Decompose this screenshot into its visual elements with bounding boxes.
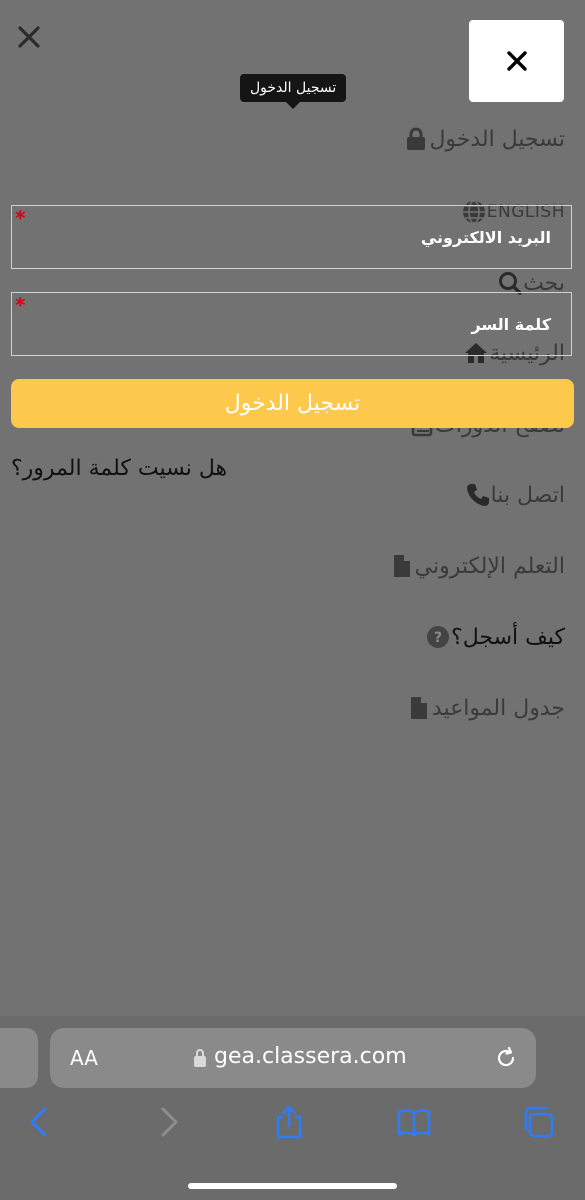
tabs-icon[interactable] [520,1104,556,1140]
svg-text:?: ? [434,630,442,646]
menu-item-elearning[interactable]: التعلم الإلكتروني [377,553,565,579]
password-label: كلمة السر [471,315,551,334]
reload-icon[interactable] [494,1046,518,1070]
url-text: gea.classera.com [214,1044,407,1069]
phone-icon [466,484,489,506]
lock-icon [194,1049,206,1067]
menu-item-label: التعلم الإلكتروني [414,553,565,579]
required-mark: * [15,293,26,317]
forgot-password-link[interactable]: هل نسيت كلمة المرور؟ [11,456,227,481]
text-size-label: AA [70,1046,98,1070]
menu-item-label: تسجيل الدخول [429,126,565,152]
email-field[interactable]: * البريد الالكتروني [11,205,572,269]
share-icon[interactable] [271,1104,307,1140]
text-size-button[interactable]: AA [70,1046,98,1070]
address-bar[interactable]: AA gea.classera.com [50,1028,536,1088]
file-icon [410,697,427,719]
question-circle-icon: ? [427,626,450,648]
file-icon [393,555,410,577]
menu-item-label: جدول المواعيد [431,695,565,721]
modal-close-button[interactable] [469,20,564,102]
close-icon [506,51,527,71]
forward-icon[interactable] [150,1104,186,1140]
menu-item-contact[interactable]: اتصل بنا [453,482,565,508]
bookmarks-icon[interactable] [396,1104,432,1140]
menu-item-login[interactable]: تسجيل الدخول [391,126,565,152]
email-label: البريد الالكتروني [420,228,551,247]
login-modal-screen: ك تسجيل الدخول ENGLISH بحث الرئيسية [0,0,585,1200]
menu-item-how-to-register[interactable]: ? كيف أسجل؟ [413,624,565,650]
back-icon[interactable] [22,1104,58,1140]
password-field[interactable]: * كلمة السر [11,292,572,356]
menu-item-label: اتصل بنا [490,482,565,508]
home-indicator [188,1183,397,1189]
menu-item-schedule[interactable]: جدول المواعيد [394,695,565,721]
previous-tab-preview[interactable] [0,1028,38,1088]
tooltip: تسجيل الدخول [240,74,347,109]
required-mark: * [15,206,26,230]
close-icon[interactable] [14,22,44,52]
login-button[interactable]: تسجيل الدخول [11,379,574,428]
lock-icon [407,127,426,150]
menu-item-label: كيف أسجل؟ [451,624,565,650]
